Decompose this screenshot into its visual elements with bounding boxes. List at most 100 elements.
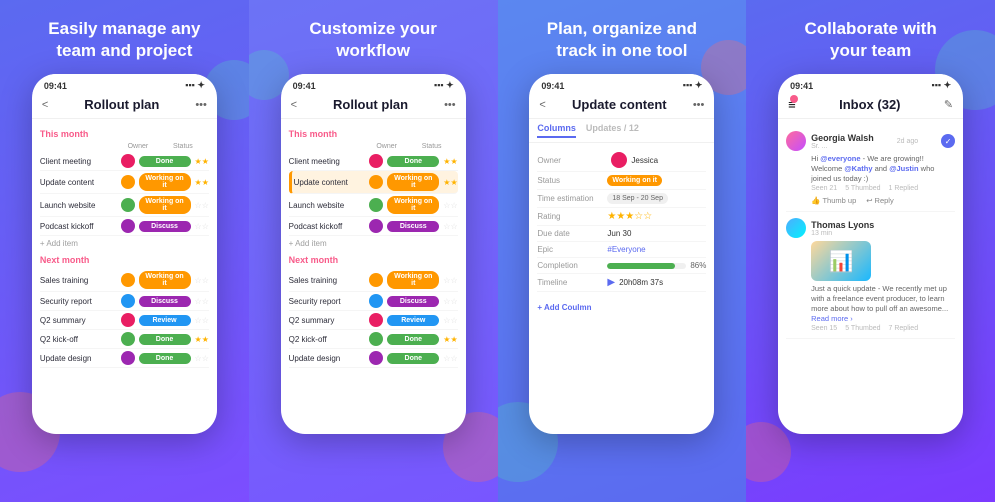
avatar: [369, 351, 383, 365]
owner-value: Jessica: [631, 156, 658, 165]
section-this-month-2: This month: [289, 129, 458, 139]
edit-icon-4[interactable]: ✎: [944, 98, 953, 111]
inbox-content: Georgia Walsh Sr. ... 2d ago ✓ Hi @every…: [778, 119, 963, 345]
task-name: Launch website: [289, 201, 366, 210]
status-badge: Discuss: [387, 221, 439, 232]
stars: ★★: [443, 335, 457, 344]
status-badge: Done: [387, 353, 439, 364]
table-row: Q2 kick-off Done ★★: [289, 330, 458, 349]
table-row: Q2 summary Review ☆☆: [40, 311, 209, 330]
add-column-btn[interactable]: + Add Coulmn: [537, 292, 706, 320]
status-badge: Review: [139, 315, 191, 326]
table-row: Sales training Working on it ☆☆: [40, 269, 209, 292]
status-value: Working on it: [607, 175, 662, 186]
task-name: Client meeting: [289, 157, 366, 166]
read-more-link[interactable]: Read more ›: [811, 314, 853, 323]
more-icon-1[interactable]: •••: [195, 99, 207, 111]
mention-everyone: @everyone: [820, 154, 860, 163]
status-badge: Discuss: [139, 296, 191, 307]
task-name: Security report: [40, 297, 117, 306]
label-timeline: Timeline: [537, 278, 607, 287]
table-row: Client meeting Done ★★: [40, 152, 209, 171]
task-name: Q2 kick-off: [289, 335, 366, 344]
task-name: Update content: [294, 178, 366, 187]
epic-value: #Everyone: [607, 245, 645, 254]
inbox-header-2: Thomas Lyons 13 min: [786, 218, 955, 238]
detail-due: Due date Jun 30: [537, 226, 706, 242]
stars: ★★: [195, 157, 209, 166]
owner-avatar: [611, 152, 627, 168]
stars: ☆☆: [195, 222, 209, 231]
avatar: [121, 351, 135, 365]
read-check-1: ✓: [941, 134, 955, 148]
col-headers-1: Owner Status: [40, 143, 209, 150]
detail-time: Time estimation 18 Sep - 20 Sep: [537, 190, 706, 208]
avatar: [121, 198, 135, 212]
table-row: Q2 summary Review ☆☆: [289, 311, 458, 330]
msg-actions-1: 👍 Thumb up ↩ Reply: [811, 196, 955, 205]
reply-btn[interactable]: ↩ Reply: [866, 196, 893, 205]
thumb-up-btn[interactable]: 👍 Thumb up: [811, 196, 856, 205]
panel-2-heading: Customize yourworkflow: [309, 18, 437, 62]
phone-header-1: < Rollout plan •••: [32, 93, 217, 119]
tab-updates[interactable]: Updates / 12: [586, 123, 639, 138]
status-badge: Done: [387, 334, 439, 345]
task-name: Update design: [289, 354, 366, 363]
notification-icon[interactable]: ≡: [788, 97, 796, 112]
more-icon-3[interactable]: •••: [693, 99, 705, 111]
phone-header-2: < Rollout plan •••: [281, 93, 466, 119]
task-name: Sales training: [40, 276, 117, 285]
table-row: Q2 kick-off Done ★★: [40, 330, 209, 349]
status-badge: Working on it: [387, 271, 439, 289]
thumb-icon: 👍: [811, 196, 820, 205]
table-row: Security report Discuss ☆☆: [40, 292, 209, 311]
more-icon-2[interactable]: •••: [444, 99, 456, 111]
status-badge: Working on it: [139, 196, 191, 214]
stars: ★★: [443, 178, 457, 187]
stars: ☆☆: [195, 316, 209, 325]
msg-stats-1: Seen 21 5 Thumbed 1 Replied: [811, 185, 955, 192]
avatar: [121, 313, 135, 327]
col-headers-2: Owner Status: [289, 143, 458, 150]
detail-epic: Epic #Everyone: [537, 242, 706, 258]
avatar: [121, 332, 135, 346]
detail-status: Status Working on it: [537, 172, 706, 190]
add-item-btn-2[interactable]: + Add item: [289, 236, 458, 251]
table-row: Update content Working on it ★★: [40, 171, 209, 194]
thumbed-count-1: 5 Thumbed: [845, 185, 880, 192]
label-owner: Owner: [537, 156, 607, 165]
phone-4: 09:41 ▪▪▪ ✦ ≡ Inbox (32) ✎ Georgia Walsh…: [778, 74, 963, 434]
task-name: Podcast kickoff: [40, 222, 117, 231]
phone-1: 09:41 ▪▪▪ ✦ < Rollout plan ••• This mont…: [32, 74, 217, 434]
tab-bar-3: Columns Updates / 12: [529, 119, 714, 143]
panel-manage: Easily manage anyteam and project 09:41 …: [0, 0, 249, 502]
reply-icon: ↩: [866, 196, 872, 205]
play-icon[interactable]: ▶: [607, 277, 615, 288]
avatar: [121, 154, 135, 168]
time-value: 18 Sep - 20 Sep: [607, 193, 668, 204]
task-name: Sales training: [289, 276, 366, 285]
progress-fill: [607, 263, 675, 269]
reply-label: Reply: [875, 196, 894, 205]
message-image: 📊: [811, 241, 871, 281]
phone-title-3: Update content: [546, 97, 693, 112]
avatar: [369, 273, 383, 287]
sender-name-2: Thomas Lyons: [811, 220, 874, 230]
time-3: 09:41: [541, 81, 564, 91]
label-status: Status: [537, 176, 607, 185]
avatar: [121, 175, 135, 189]
stars: ☆☆: [195, 276, 209, 285]
phone-header-4: ≡ Inbox (32) ✎: [778, 93, 963, 119]
thumbed-count-2: 5 Thumbed: [845, 325, 880, 332]
panel-4-heading: Collaborate withyour team: [805, 18, 937, 62]
detail-completion: Completion 86%: [537, 258, 706, 274]
stars: ☆☆: [443, 201, 457, 210]
task-name: Launch website: [40, 201, 117, 210]
avatar: [369, 154, 383, 168]
tab-columns[interactable]: Columns: [537, 123, 576, 138]
signal-4: ▪▪▪ ✦: [932, 80, 952, 91]
avatar: [121, 219, 135, 233]
phone-title-2: Rollout plan: [297, 97, 444, 112]
detail-timeline: Timeline ▶ 20h08m 37s: [537, 274, 706, 292]
add-item-btn[interactable]: + Add item: [40, 236, 209, 251]
